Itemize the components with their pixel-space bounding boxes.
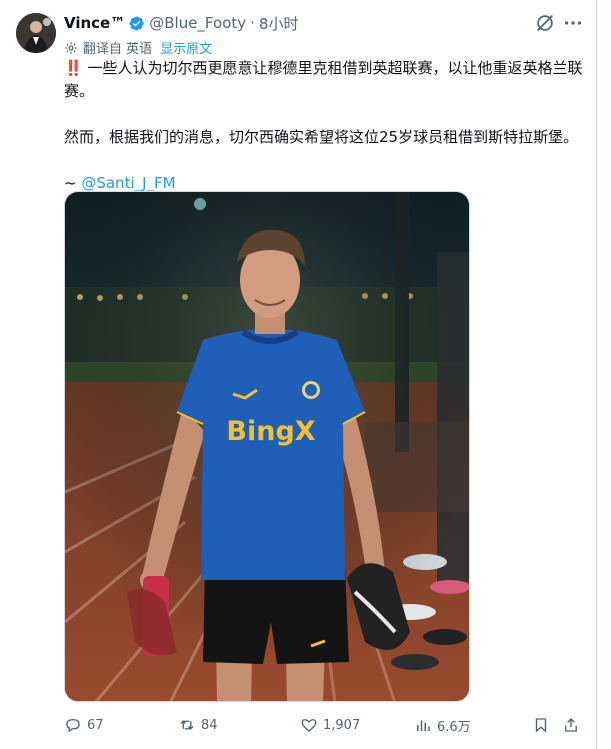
tweet-line-1: ‼️ 一些人认为切尔西更愿意让穆德里克租借到英超联赛，以让他重返英格兰联赛。 <box>64 57 584 103</box>
tweet-card[interactable]: Vince™ @Blue_Footy · 8小时 翻译自 英语 显示原文 ‼️ … <box>0 0 597 749</box>
tweet-header: Vince™ @Blue_Footy · 8小时 <box>64 12 298 34</box>
tweet-photo[interactable]: BingX <box>64 191 470 702</box>
reply-count: 67 <box>87 717 104 733</box>
verified-badge-icon <box>129 16 144 30</box>
credit-prefix: ~ <box>64 174 82 192</box>
author-handle[interactable]: @Blue_Footy <box>149 14 246 32</box>
repost-button[interactable]: 84 <box>178 714 218 736</box>
like-count: 1,907 <box>323 717 361 733</box>
tweet-text: ‼️ 一些人认为切尔西更愿意让穆德里克租借到英超联赛，以让他重返英格兰联赛。 然… <box>64 57 584 195</box>
reply-icon <box>66 719 80 733</box>
show-original-link[interactable]: 显示原文 <box>160 38 212 57</box>
share-button[interactable] <box>562 714 585 736</box>
like-icon <box>301 719 317 732</box>
translation-row: 翻译自 英语 显示原文 <box>64 38 212 57</box>
credit-mention-link[interactable]: @Santi_J_FM <box>81 174 175 192</box>
more-icon[interactable] <box>562 12 584 34</box>
views-icon <box>417 720 430 731</box>
header-separator: · <box>250 14 255 32</box>
translate-gear-icon <box>65 41 77 54</box>
share-icon <box>565 718 577 732</box>
jersey-sponsor-text: BingX <box>226 416 315 447</box>
reply-button[interactable]: 67 <box>64 714 104 736</box>
bookmark-button[interactable] <box>532 714 555 736</box>
avatar[interactable] <box>16 13 56 53</box>
repost-count: 84 <box>201 717 218 733</box>
like-button[interactable]: 1,907 <box>300 714 360 736</box>
tweet-line-2: 然而，根据我们的消息，切尔西确实希望将这位25岁球员租借到斯特拉斯堡。 <box>64 128 579 146</box>
repost-icon <box>180 720 194 730</box>
views-button[interactable]: 6.6万 <box>414 714 471 736</box>
grok-icon[interactable] <box>534 12 556 34</box>
views-count: 6.6万 <box>437 719 471 735</box>
tweet-actions: 67 84 1,907 6.6万 <box>64 714 584 736</box>
tweet-line-1-text: 一些人认为切尔西更愿意让穆德里克租借到英超联赛，以让他重返英格兰联赛。 <box>64 59 583 100</box>
author-name[interactable]: Vince™ <box>64 14 125 32</box>
double-exclamation-icon: ‼️ <box>64 59 83 77</box>
translation-label: 翻译自 英语 <box>83 42 153 57</box>
post-time[interactable]: 8小时 <box>259 13 299 34</box>
bookmark-icon <box>535 718 547 733</box>
